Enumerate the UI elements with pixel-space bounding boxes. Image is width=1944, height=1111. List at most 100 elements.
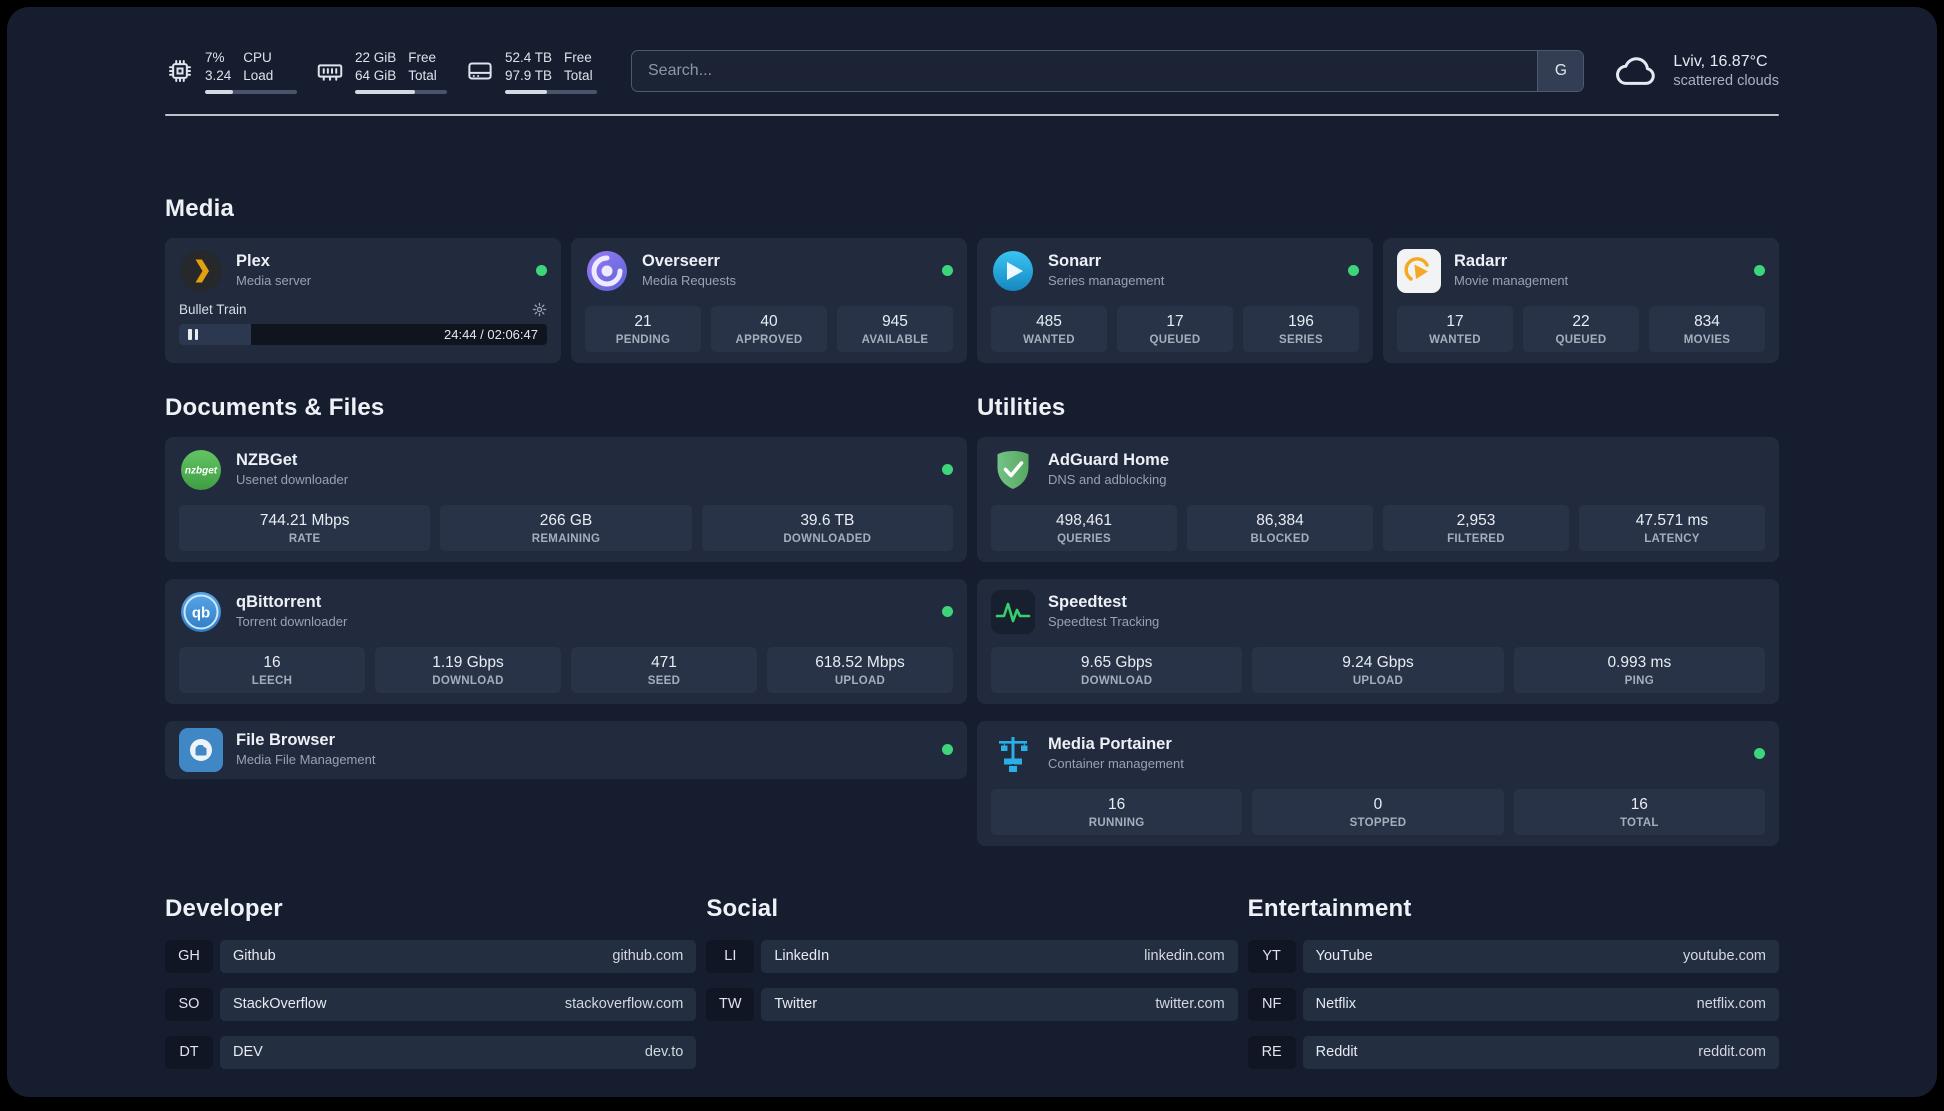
bookmark-link[interactable]: Twitter twitter.com	[761, 987, 1238, 1021]
topbar: 7% 3.24 CPU Load 22 GiB 64 GiB Free Tota…	[165, 49, 1779, 94]
service-card-radarr[interactable]: Radarr Movie management 17 WANTED 22 QUEUE…	[1383, 237, 1779, 363]
stat-label: WANTED	[1429, 333, 1481, 346]
bookmark-dev[interactable]: DT DEV dev.to	[165, 1035, 697, 1069]
service-subtitle: Media File Management	[236, 751, 376, 767]
bookmark-link[interactable]: YouTube youtube.com	[1302, 939, 1779, 973]
playback-progress-bar[interactable]: 24:44 / 02:06:47	[179, 323, 547, 345]
service-card-sonarr[interactable]: Sonarr Series management 485 WANTED 17 QUE…	[977, 237, 1373, 363]
card-header: Overseerr Media Requests	[585, 249, 953, 293]
service-card-portainer[interactable]: Media Portainer Container management 16 R…	[977, 720, 1779, 846]
card-titles: Overseerr Media Requests	[642, 251, 736, 289]
stat-value: 21	[634, 312, 652, 330]
service-card-filebrowser[interactable]: File Browser Media File Management	[165, 720, 967, 779]
stat-label: QUERIES	[1057, 532, 1111, 545]
bookmark-reddit[interactable]: RE Reddit reddit.com	[1247, 1035, 1779, 1069]
status-online-dot	[1754, 265, 1765, 277]
bookmark-abbr: YT	[1247, 939, 1296, 973]
service-card-plex[interactable]: Plex Media server Bullet Train 24:44 / 0…	[165, 237, 561, 363]
card-header: Plex Media server	[179, 249, 547, 293]
stat-label: SEED	[647, 674, 681, 687]
stat-box: 16 LEECH	[179, 646, 365, 693]
card-titles: AdGuard Home DNS and adblocking	[1048, 450, 1169, 488]
stat-box: 22 QUEUED	[1523, 305, 1639, 352]
service-card-overseerr[interactable]: Overseerr Media Requests 21 PENDING 40 APP…	[571, 237, 967, 363]
stat-box: 0 STOPPED	[1252, 788, 1504, 835]
stat-label: UPLOAD	[1352, 674, 1404, 687]
bookmark-netflix[interactable]: NF Netflix netflix.com	[1247, 987, 1779, 1021]
stat-box: 9.65 Gbps DOWNLOAD	[991, 646, 1243, 693]
bookmark-github[interactable]: GH Github github.com	[165, 939, 697, 973]
service-name: Sonarr	[1048, 252, 1102, 271]
bookmark-link[interactable]: Github github.com	[220, 939, 697, 973]
memory-progress-track	[355, 89, 447, 94]
disk-readout: 52.4 TB 97.9 TB Free Total	[505, 49, 597, 94]
bookmark-link[interactable]: Netflix netflix.com	[1302, 987, 1779, 1021]
bookmark-linkedin[interactable]: LI LinkedIn linkedin.com	[706, 939, 1238, 973]
sonarr-icon	[991, 249, 1035, 293]
service-card-qbittorrent[interactable]: qb qBittorrent Torrent downloader 16 LEEC…	[165, 578, 967, 704]
service-card-adguard[interactable]: AdGuard Home DNS and adblocking 498,461 Q…	[977, 436, 1779, 562]
topbar-divider	[165, 113, 1779, 116]
stat-label: TOTAL	[1619, 816, 1659, 829]
service-subtitle: Series management	[1048, 272, 1165, 288]
bookmark-link[interactable]: LinkedIn linkedin.com	[761, 939, 1238, 973]
stat-box: 196 SERIES	[1243, 305, 1359, 352]
now-playing-widget: Bullet Train 24:44 / 02:06:47	[179, 302, 547, 345]
bookmark-abbr: SO	[165, 987, 213, 1021]
status-online-dot	[1754, 748, 1765, 760]
memory-total-label: Total	[408, 67, 437, 83]
weather-text: Lviv, 16.87°C scattered clouds	[1673, 51, 1779, 92]
memory-free-value: 22 GiB	[355, 50, 397, 65]
bookmark-group-social: Social LI LinkedIn linkedin.com TW Twitt…	[706, 894, 1238, 1069]
search-input[interactable]	[632, 51, 1538, 92]
resource-widgets: 7% 3.24 CPU Load 22 GiB 64 GiB Free Tota…	[165, 49, 597, 94]
disk-progress-fill	[505, 89, 548, 94]
stat-box: 86,384 BLOCKED	[1187, 504, 1373, 551]
card-titles: NZBGet Usenet downloader	[236, 450, 348, 488]
bookmark-link[interactable]: Reddit reddit.com	[1302, 1035, 1779, 1069]
bookmark-name: Netflix	[1315, 996, 1356, 1013]
section-documents: Documents & Files nzbget NZBGet Usenet d…	[165, 393, 967, 846]
stats-row: 17 WANTED 22 QUEUED 834 MOVIES	[1397, 305, 1765, 352]
section-title-utilities: Utilities	[977, 393, 1066, 421]
search-bar[interactable]: G	[631, 50, 1585, 93]
stat-label: APPROVED	[735, 333, 803, 346]
status-online-dot	[536, 265, 547, 277]
middle-columns: Documents & Files nzbget NZBGet Usenet d…	[165, 393, 1779, 846]
dashboard-page: 7% 3.24 CPU Load 22 GiB 64 GiB Free Tota…	[7, 7, 1937, 1097]
stat-box: 0.993 ms PING	[1513, 646, 1765, 693]
nzbget-icon: nzbget	[179, 448, 223, 492]
stat-label: UPLOAD	[834, 674, 886, 687]
stats-row: 9.65 Gbps DOWNLOAD 9.24 Gbps UPLOAD 0.993 …	[991, 646, 1765, 693]
stat-value: 39.6 TB	[800, 511, 855, 529]
bookmark-name: YouTube	[1315, 948, 1373, 965]
stat-box: 2,953 FILTERED	[1383, 504, 1569, 551]
pause-icon[interactable]	[188, 328, 198, 340]
bookmark-group-developer: Developer GH Github github.com SO StackO…	[165, 894, 697, 1069]
bookmark-link[interactable]: DEV dev.to	[220, 1035, 697, 1069]
stat-label: RATE	[288, 532, 321, 545]
settings-gear-icon[interactable]	[532, 302, 547, 317]
memory-icon	[315, 56, 345, 86]
stat-box: 16 RUNNING	[991, 788, 1243, 835]
service-card-speedtest[interactable]: Speedtest Speedtest Tracking 9.65 Gbps DO…	[977, 578, 1779, 704]
stat-box: 498,461 QUERIES	[991, 504, 1177, 551]
disk-total-value: 97.9 TB	[505, 67, 553, 83]
card-titles: Sonarr Series management	[1048, 251, 1164, 289]
bookmark-link[interactable]: StackOverflow stackoverflow.com	[220, 987, 697, 1021]
qbittorrent-icon: qb	[179, 590, 223, 634]
service-name: AdGuard Home	[1048, 451, 1170, 470]
stat-value: 16	[1108, 795, 1126, 813]
cpu-load-label: Load	[243, 67, 274, 83]
service-card-nzbget[interactable]: nzbget NZBGet Usenet downloader 744.21 M…	[165, 436, 967, 562]
bookmark-stackoverflow[interactable]: SO StackOverflow stackoverflow.com	[165, 987, 697, 1021]
status-online-dot	[942, 265, 953, 277]
cpu-load-value: 3.24	[205, 67, 232, 83]
stat-label: BLOCKED	[1250, 532, 1310, 545]
stat-label: DOWNLOAD	[432, 674, 504, 687]
search-provider-button[interactable]: G	[1537, 51, 1584, 92]
bookmark-youtube[interactable]: YT YouTube youtube.com	[1247, 939, 1779, 973]
bookmark-twitter[interactable]: TW Twitter twitter.com	[706, 987, 1238, 1021]
cpu-icon	[165, 56, 195, 86]
stat-value: 945	[882, 312, 908, 330]
